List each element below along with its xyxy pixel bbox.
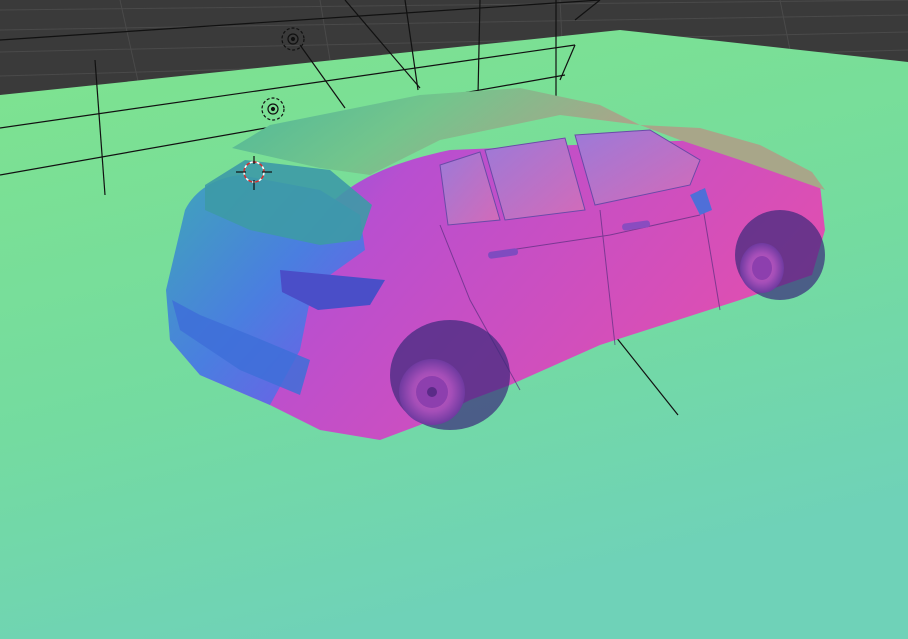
viewport-canvas[interactable] [0,0,908,639]
rear-wheel[interactable] [390,320,510,430]
front-wheel[interactable] [735,210,825,300]
3d-viewport[interactable] [0,0,908,639]
